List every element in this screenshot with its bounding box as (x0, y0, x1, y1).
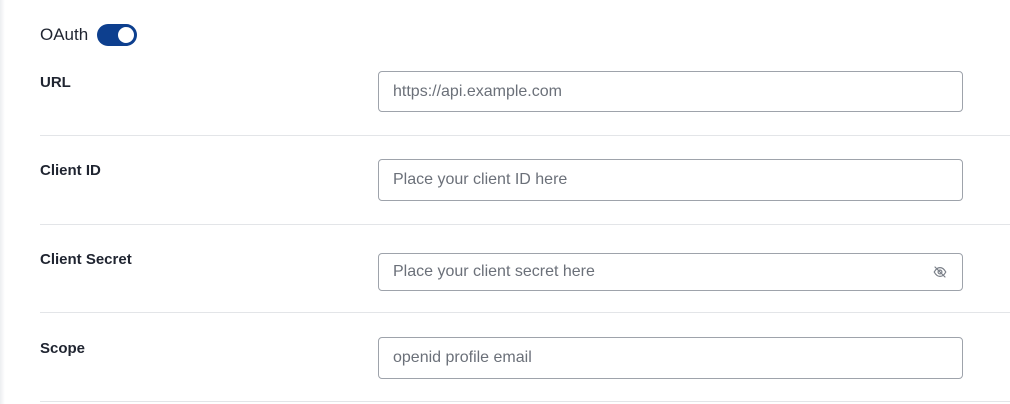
scope-input[interactable] (378, 337, 963, 379)
divider (40, 135, 1010, 136)
url-label: URL (40, 74, 71, 91)
divider (40, 312, 1010, 313)
panel-left-edge (0, 0, 5, 404)
toggle-knob (118, 27, 135, 43)
divider (40, 224, 1010, 225)
divider (40, 401, 1010, 402)
oauth-label: OAuth (40, 25, 89, 44)
oauth-toggle[interactable] (97, 24, 138, 46)
scope-label: Scope (40, 340, 86, 357)
client-secret-input[interactable] (378, 253, 963, 291)
oauth-header: OAuth (40, 23, 138, 47)
client-id-label: Client ID (40, 162, 101, 179)
url-input[interactable] (378, 71, 963, 112)
client-secret-label: Client Secret (40, 251, 132, 268)
client-id-input[interactable] (378, 159, 963, 201)
eye-off-icon[interactable] (933, 265, 947, 279)
